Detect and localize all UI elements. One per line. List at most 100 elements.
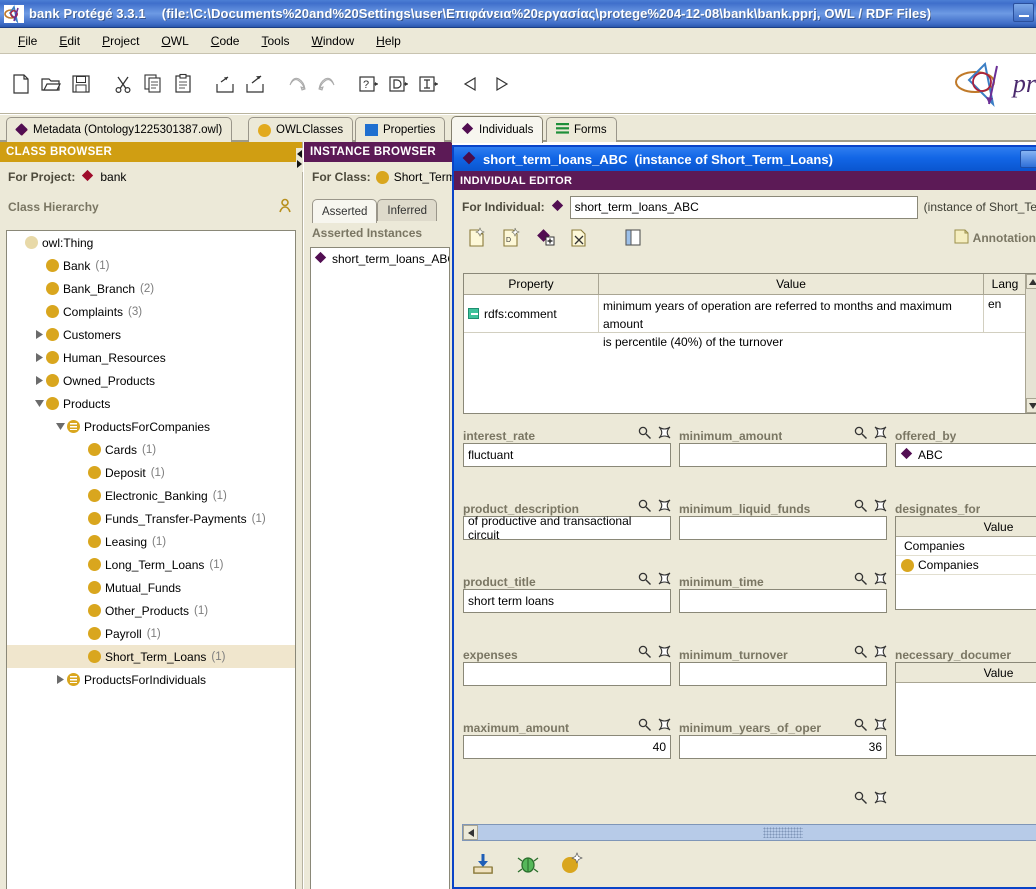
annotation-table-scrollbar[interactable] bbox=[1025, 274, 1036, 413]
product_description-remove-icon[interactable] bbox=[658, 499, 671, 515]
menu-code[interactable]: Code bbox=[201, 31, 250, 51]
table-row[interactable]: Companiess bbox=[896, 537, 1036, 556]
tree-node-bank[interactable]: Bank (1) bbox=[7, 254, 295, 277]
new-project-icon[interactable] bbox=[6, 69, 36, 99]
tree-node-owned-products[interactable]: Owned_Products bbox=[7, 369, 295, 392]
form-input-expenses[interactable] bbox=[463, 662, 671, 686]
tree-node-leasing[interactable]: Leasing (1) bbox=[7, 530, 295, 553]
redo-icon[interactable] bbox=[312, 69, 342, 99]
open-project-icon[interactable] bbox=[36, 69, 66, 99]
minimum_years_of_operation-search-icon[interactable] bbox=[854, 718, 867, 734]
form-input-minimum_amount[interactable] bbox=[679, 443, 887, 467]
minimum_turnover-remove-icon[interactable] bbox=[874, 645, 887, 661]
undo-icon[interactable] bbox=[282, 69, 312, 99]
scroll-up-icon[interactable] bbox=[1026, 274, 1036, 289]
product_title-remove-icon[interactable] bbox=[658, 572, 671, 588]
tree-node-productsforindividuals[interactable]: ProductsForIndividuals bbox=[7, 668, 295, 691]
person-search-icon[interactable] bbox=[277, 198, 292, 216]
menu-project[interactable]: Project bbox=[92, 31, 149, 51]
scrollbar-grip[interactable] bbox=[763, 827, 803, 838]
form-input-minimum_years_of_operation[interactable]: 36 bbox=[679, 735, 887, 759]
minimum_time-remove-icon[interactable] bbox=[874, 572, 887, 588]
tree-node-electronic-banking[interactable]: Electronic_Banking (1) bbox=[7, 484, 295, 507]
form-table-necessary_documents[interactable]: Value bbox=[895, 662, 1036, 756]
tree-node-mutual-funds[interactable]: Mutual_Funds bbox=[7, 576, 295, 599]
form-input-product_title[interactable]: short term loans bbox=[463, 589, 671, 613]
menu-tools[interactable]: Tools bbox=[251, 31, 299, 51]
interest_rate-remove-icon[interactable] bbox=[658, 426, 671, 442]
chevron-right-icon[interactable] bbox=[32, 346, 46, 369]
tree-node-long-term-loans[interactable]: Long_Term_Loans (1) bbox=[7, 553, 295, 576]
tree-node-productsforcompanies[interactable]: ProductsForCompanies bbox=[7, 415, 295, 438]
minimum_amount-remove-icon[interactable] bbox=[874, 426, 887, 442]
menu-file[interactable]: FFileile bbox=[8, 31, 47, 51]
save-instance-icon[interactable] bbox=[472, 853, 496, 878]
chevron-down-icon[interactable] bbox=[32, 392, 46, 415]
cut-icon[interactable] bbox=[108, 69, 138, 99]
form-input-product_description[interactable]: of productive and transactional circuit bbox=[463, 514, 671, 542]
list-item[interactable]: short_term_loans_ABC bbox=[311, 248, 449, 270]
menu-owl[interactable]: OWL bbox=[151, 31, 198, 51]
form-input-minimum_turnover[interactable] bbox=[679, 662, 887, 686]
scroll-left-icon[interactable] bbox=[463, 825, 478, 840]
form-input-minimum_time[interactable] bbox=[679, 589, 887, 613]
tab-forms[interactable]: Forms bbox=[546, 117, 617, 142]
class-hierarchy-tree[interactable]: owl:Thing Bank (1) Bank_Branch (2) Complaints… bbox=[6, 230, 296, 889]
tab-individuals[interactable]: Individuals bbox=[451, 116, 544, 143]
class-instance-splitter[interactable] bbox=[296, 148, 303, 172]
minimum_turnover-search-icon[interactable] bbox=[854, 645, 867, 661]
clipped-remove-icon[interactable] bbox=[874, 791, 887, 807]
minimum_time-search-icon[interactable] bbox=[854, 572, 867, 588]
create-annotation-icon[interactable] bbox=[462, 223, 492, 253]
minimum_liquid_funds-search-icon[interactable] bbox=[854, 499, 867, 515]
tree-node-owl-thing[interactable]: owl:Thing bbox=[7, 231, 295, 254]
remove-annotation-icon[interactable] bbox=[564, 223, 594, 253]
add-individual-icon[interactable] bbox=[530, 223, 560, 253]
tab-owlclasses[interactable]: OWLClasses bbox=[248, 117, 354, 142]
product_description-search-icon[interactable] bbox=[638, 499, 651, 515]
form-input-offered_by[interactable]: ABC bbox=[895, 443, 1036, 467]
debug-icon[interactable] bbox=[517, 854, 539, 877]
form-horizontal-scrollbar[interactable] bbox=[462, 824, 1036, 841]
form-input-maximum_amount[interactable]: 40 bbox=[463, 735, 671, 759]
minimize-button[interactable] bbox=[1013, 3, 1034, 22]
import-icon[interactable] bbox=[210, 69, 240, 99]
save-project-icon[interactable] bbox=[66, 69, 96, 99]
create-datatype-annotation-icon[interactable]: D bbox=[496, 223, 526, 253]
tree-node-other-products[interactable]: Other_Products (1) bbox=[7, 599, 295, 622]
interest_rate-search-icon[interactable] bbox=[638, 426, 651, 442]
menu-edit[interactable]: Edit bbox=[49, 31, 90, 51]
annotation-table[interactable]: Property Value Lang rdfs:comment minimum… bbox=[463, 273, 1036, 414]
query-icon[interactable]: ? bbox=[354, 69, 384, 99]
input-icon[interactable] bbox=[414, 69, 444, 99]
tab-properties[interactable]: Properties bbox=[355, 117, 446, 142]
table-row[interactable]: rdfs:comment minimum years of operation … bbox=[464, 295, 1036, 349]
form-input-minimum_liquid_funds[interactable] bbox=[679, 516, 887, 540]
create-instance-icon[interactable] bbox=[560, 851, 584, 878]
form-input-interest_rate[interactable]: fluctuant bbox=[463, 443, 671, 467]
tree-node-bank-branch[interactable]: Bank_Branch (2) bbox=[7, 277, 295, 300]
tab-metadata[interactable]: Metadata (Ontology1225301387.owl) bbox=[6, 117, 233, 142]
dialog-close-button[interactable] bbox=[1020, 150, 1036, 168]
chevron-down-icon[interactable] bbox=[53, 415, 67, 438]
menu-help[interactable]: Help bbox=[366, 31, 411, 51]
tree-node-customers[interactable]: Customers bbox=[7, 323, 295, 346]
tree-node-deposit[interactable]: Deposit (1) bbox=[7, 461, 295, 484]
maximum_amount-search-icon[interactable] bbox=[638, 718, 651, 734]
tree-node-human-resources[interactable]: Human_Resources bbox=[7, 346, 295, 369]
output-icon[interactable] bbox=[384, 69, 414, 99]
chevron-right-icon[interactable] bbox=[53, 668, 67, 691]
table-row[interactable]: Companies bbox=[896, 556, 1036, 575]
annotations-button[interactable]: Annotation bbox=[954, 229, 1036, 247]
minimum_amount-search-icon[interactable] bbox=[854, 426, 867, 442]
asserted-instances-list[interactable]: short_term_loans_ABC bbox=[310, 247, 450, 889]
export-icon[interactable] bbox=[240, 69, 270, 99]
back-icon[interactable] bbox=[456, 69, 486, 99]
expenses-search-icon[interactable] bbox=[638, 645, 651, 661]
individual-name-input[interactable] bbox=[569, 195, 918, 219]
tree-node-payroll[interactable]: Payroll (1) bbox=[7, 622, 295, 645]
tree-node-complaints[interactable]: Complaints (3) bbox=[7, 300, 295, 323]
minimum_years_of_operation-remove-icon[interactable] bbox=[874, 718, 887, 734]
tree-node-cards[interactable]: Cards (1) bbox=[7, 438, 295, 461]
tree-node-funds-transfer-payments[interactable]: Funds_Transfer-Payments (1) bbox=[7, 507, 295, 530]
